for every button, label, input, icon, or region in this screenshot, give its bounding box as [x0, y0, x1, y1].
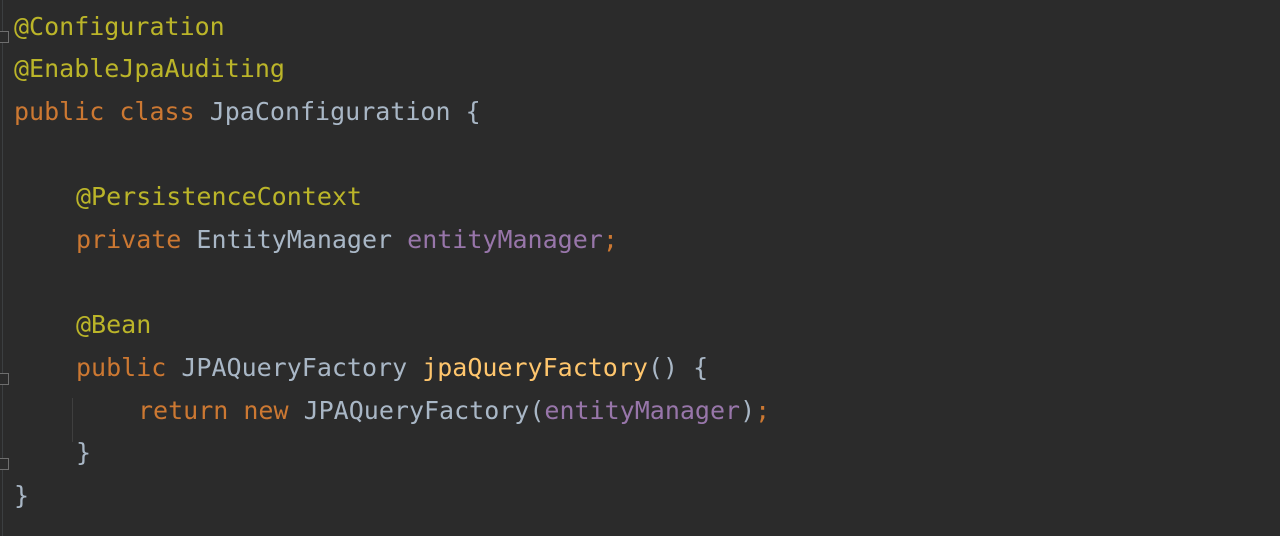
code-line: public JPAQueryFactory jpaQueryFactory()… [76, 347, 708, 389]
code-line: @EnableJpaAuditing [14, 48, 285, 90]
gutter-divider [2, 0, 3, 536]
code-line: } [14, 475, 29, 517]
identifier-token: } [14, 481, 30, 510]
keyword-token: class [119, 97, 195, 126]
method-token: jpaQueryFactory [422, 353, 648, 382]
indent-guide [72, 398, 73, 442]
keyword-token: public [14, 97, 105, 126]
fold-marker-icon[interactable] [0, 31, 9, 43]
field-token: entityManager [407, 225, 603, 254]
code-line: @Configuration [14, 6, 225, 48]
identifier-token: EntityManager [181, 225, 408, 254]
code-line: } [76, 432, 91, 474]
semicolon-token: ; [755, 396, 771, 425]
code-editor[interactable]: @Configuration @EnableJpaAuditing public c… [0, 0, 1280, 536]
field-token: entityManager [544, 396, 741, 425]
keyword-token: new [243, 396, 289, 425]
code-line: @PersistenceContext [76, 176, 362, 218]
identifier-token: JpaConfiguration { [194, 97, 481, 126]
fold-marker-icon[interactable] [0, 458, 9, 470]
annotation-token: @Configuration [14, 12, 225, 41]
fold-marker-icon[interactable] [0, 373, 9, 385]
code-line: return new JPAQueryFactory(entityManager… [138, 390, 770, 432]
annotation-token: @EnableJpaAuditing [14, 54, 285, 83]
keyword-token: return [138, 396, 229, 425]
keyword-token: private [76, 225, 182, 254]
identifier-token: JPAQueryFactory [166, 353, 423, 382]
identifier-token: () { [647, 353, 709, 382]
identifier-token: } [76, 438, 92, 467]
annotation-token: @PersistenceContext [76, 182, 362, 211]
code-line: private EntityManager entityManager; [76, 219, 618, 261]
identifier-token: JPAQueryFactory( [288, 396, 545, 425]
code-line: public class JpaConfiguration { [14, 91, 481, 133]
semicolon-token: ; [602, 225, 618, 254]
code-line: @Bean [76, 304, 151, 346]
keyword-token: public [76, 353, 167, 382]
identifier-token: ) [740, 396, 756, 425]
annotation-token: @Bean [76, 310, 152, 339]
